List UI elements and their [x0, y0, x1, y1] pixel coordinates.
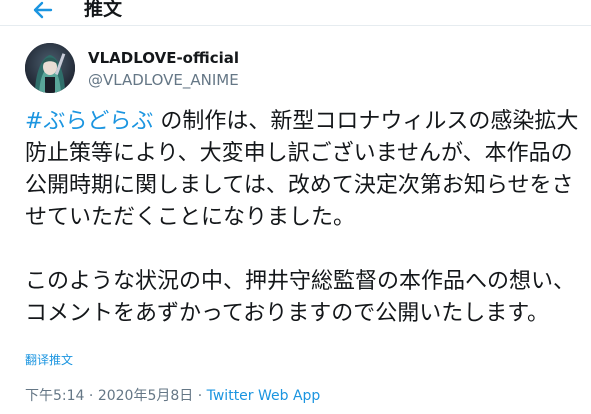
tweet-source-link[interactable]: Twitter Web App	[207, 388, 321, 404]
tweet-body: の制作は、新型コロナウィルスの感染拡大防止策等により、大変申し訳ございませんが、…	[25, 109, 579, 326]
meta-separator: ·	[84, 388, 98, 404]
avatar[interactable]	[25, 43, 75, 93]
tweet-meta: 下午5:14 · 2020年5月8日 · Twitter Web App	[25, 387, 320, 405]
user-handle[interactable]: @VLADLOVE_ANIME	[88, 70, 239, 90]
arrow-left-icon	[33, 1, 53, 19]
tweet-detail-page: 推文 VLADLOVE-official @VLADLOVE_ANIME #ぶら…	[0, 0, 591, 414]
display-name[interactable]: VLADLOVE-official	[88, 48, 239, 68]
back-button[interactable]	[30, 0, 56, 20]
hashtag-link[interactable]: #ぶらどらぶ	[25, 109, 153, 134]
avatar-image	[25, 43, 75, 93]
tweet-date[interactable]: 2020年5月8日	[98, 388, 193, 404]
tweet-time[interactable]: 下午5:14	[25, 388, 84, 404]
header-bar: 推文	[0, 0, 591, 26]
translate-tweet-link[interactable]: 翻译推文	[25, 352, 73, 368]
page-title: 推文	[84, 0, 123, 20]
tweet-text: #ぶらどらぶ の制作は、新型コロナウィルスの感染拡大防止策等により、大変申し訳ご…	[25, 106, 585, 330]
meta-separator: ·	[193, 388, 207, 404]
